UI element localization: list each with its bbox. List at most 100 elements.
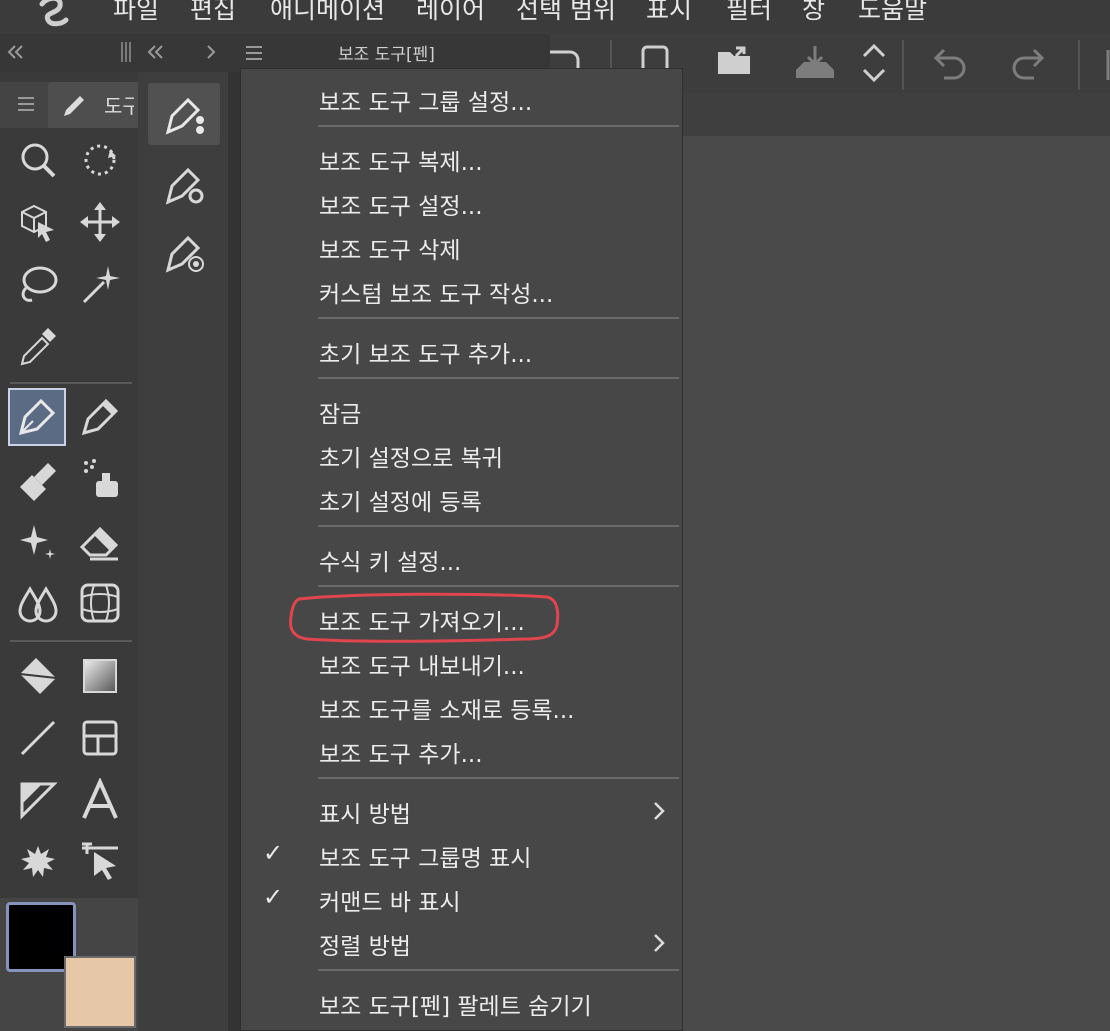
collapse-left-icon[interactable]	[6, 42, 26, 62]
brush-icon	[20, 463, 56, 501]
menu-item-sort-method[interactable]: 정렬 방법	[319, 927, 411, 961]
pen-tool[interactable]	[15, 395, 59, 439]
gradient-tool[interactable]	[78, 654, 122, 698]
undo-icon[interactable]	[932, 46, 968, 80]
menu-separator	[318, 969, 679, 971]
menu-item-reset-to-default[interactable]: 초기 설정으로 복귀	[319, 439, 503, 473]
checkmark-icon: ✓	[263, 839, 284, 867]
mesh-grid-icon	[80, 583, 120, 623]
menu-separator	[318, 525, 679, 527]
figure-line-tool[interactable]	[16, 716, 60, 760]
frame-tool[interactable]	[78, 716, 122, 760]
menu-window[interactable]: 창	[802, 0, 825, 26]
menu-filter[interactable]: 필터	[726, 0, 772, 26]
menu-help[interactable]: 도움말	[858, 0, 927, 26]
pencil-tool[interactable]	[78, 395, 122, 439]
ruler-tool[interactable]	[16, 778, 60, 822]
ruler-triangle-icon	[20, 782, 58, 820]
paint-bucket-icon	[19, 658, 57, 694]
panel-menu-icon[interactable]	[16, 94, 36, 114]
palette-menu-icon[interactable]	[244, 44, 264, 62]
tool-panel-header	[0, 34, 138, 72]
submenu-arrow-icon	[654, 802, 665, 820]
zoom-tool[interactable]	[16, 138, 60, 182]
menu-item-register-default[interactable]: 초기 설정에 등록	[319, 483, 482, 517]
menu-selection[interactable]: 선택 범위	[516, 0, 616, 26]
menu-item-lock[interactable]: 잠금	[319, 395, 361, 429]
sub-color-swatch[interactable]	[64, 956, 136, 1028]
canvas-tab-bar	[683, 94, 1110, 136]
brush-tool[interactable]	[16, 457, 60, 501]
burst-balloon-icon	[21, 846, 55, 877]
toolbar-divider	[1078, 40, 1080, 90]
menu-item-export-subtool[interactable]: 보조 도구 내보내기...	[319, 647, 525, 681]
menu-item-delete-subtool[interactable]: 보조 도구 삭제	[319, 231, 461, 265]
balloon-tool[interactable]	[16, 840, 60, 884]
subtool-palette-title: 보조 도구[펜]	[338, 45, 435, 65]
menu-view[interactable]: 표시	[646, 0, 692, 26]
pen-target-icon[interactable]	[162, 230, 208, 276]
up-down-chevron-icon[interactable]	[860, 42, 888, 84]
decoration-tool[interactable]	[16, 519, 60, 563]
pen-nib-icon	[18, 398, 56, 436]
eyedropper-tool[interactable]	[16, 324, 60, 368]
subtool-context-menu: 보조 도구 그룹 설정... 보조 도구 복제... 보조 도구 설정... 보…	[240, 68, 683, 1031]
menu-item-modifier-key-settings[interactable]: 수식 키 설정...	[319, 543, 461, 577]
menu-item-create-custom-subtool[interactable]: 커스텀 보조 도구 작성...	[319, 275, 553, 309]
menu-file[interactable]: 파일	[113, 0, 159, 26]
lasso-tool[interactable]	[16, 262, 60, 306]
blend-tool[interactable]	[16, 581, 60, 625]
tab-tool-label: 도구	[104, 94, 134, 118]
menu-separator	[318, 125, 679, 127]
save-download-icon[interactable]	[794, 44, 836, 82]
menu-animation[interactable]: 애니메이션	[270, 0, 385, 26]
correct-line-tool[interactable]	[78, 840, 122, 884]
collapse-left-icon[interactable]	[146, 42, 166, 62]
pen-settings-icon[interactable]	[162, 162, 208, 208]
menu-item-add-subtool[interactable]: 보조 도구 추가...	[319, 735, 483, 769]
partial-icon-right[interactable]	[1096, 48, 1110, 82]
text-a-icon	[82, 777, 118, 819]
tool-divider	[10, 640, 132, 642]
tab-tool[interactable]: 도구	[48, 82, 138, 128]
airbrush-tool[interactable]	[78, 457, 122, 501]
menu-item-hide-subtool-palette[interactable]: 보조 도구[펜] 팔레트 숨기기	[319, 987, 592, 1021]
menu-item-show-group-name[interactable]: 보조 도구 그룹명 표시	[319, 839, 531, 873]
move-tool[interactable]	[78, 200, 122, 244]
subtool-strip-header	[138, 34, 228, 72]
menu-separator	[318, 377, 679, 379]
eyedropper-icon	[20, 328, 56, 366]
rotate-icon	[84, 144, 116, 176]
menu-item-register-as-material[interactable]: 보조 도구를 소재로 등록...	[319, 691, 574, 725]
menu-item-show-command-bar[interactable]: 커맨드 바 표시	[319, 883, 461, 917]
menu-edit[interactable]: 편집	[190, 0, 236, 26]
tool-tabbar: 도구	[0, 82, 138, 128]
menu-separator	[318, 585, 679, 587]
menu-item-duplicate-subtool[interactable]: 보조 도구 복제...	[319, 143, 483, 177]
fill-tool[interactable]	[16, 654, 60, 698]
lasso-icon	[21, 266, 58, 302]
figure-tool[interactable]	[78, 581, 122, 625]
magnifier-icon	[21, 143, 56, 178]
panel-grip-icon[interactable]	[118, 40, 134, 64]
airbrush-icon	[84, 459, 118, 497]
menu-item-subtool-group-settings[interactable]: 보조 도구 그룹 설정...	[319, 83, 532, 117]
object-tool[interactable]	[16, 200, 60, 244]
redo-icon[interactable]	[1010, 46, 1046, 80]
pen-group-icon[interactable]	[162, 92, 208, 138]
object-select-icon	[21, 204, 54, 242]
menu-item-display-method[interactable]: 표시 방법	[319, 795, 411, 829]
rotate-tool[interactable]	[78, 138, 122, 182]
eraser-tool[interactable]	[78, 519, 122, 563]
text-tool[interactable]	[78, 777, 122, 822]
gradient-icon	[83, 659, 117, 693]
submenu-arrow-icon	[654, 934, 665, 952]
pencil-nib-icon	[81, 398, 119, 436]
menu-layer[interactable]: 레이어	[416, 0, 485, 26]
open-folder-icon[interactable]	[716, 44, 756, 80]
magic-wand-tool[interactable]	[78, 262, 122, 306]
chevron-right-icon[interactable]	[204, 42, 218, 62]
menu-item-subtool-settings[interactable]: 보조 도구 설정...	[319, 187, 483, 221]
menu-item-add-initial-subtool[interactable]: 초기 보조 도구 추가...	[319, 335, 532, 369]
sparkle-icon	[20, 525, 55, 559]
